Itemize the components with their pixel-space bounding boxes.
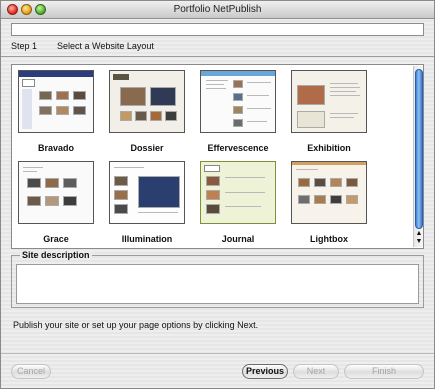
lightbox-thumbnail (291, 161, 367, 224)
site-description-label: Site description (20, 250, 92, 260)
layout-grid: Bravado Dossier Effervescence Exhibition… (11, 64, 424, 249)
grace-thumbnail (18, 161, 94, 224)
dossier-thumbnail (109, 70, 185, 133)
finish-button[interactable]: Finish (344, 364, 424, 379)
site-description-group: Site description (11, 250, 424, 308)
effervescence-thumbnail (200, 70, 276, 133)
scrollbar-thumb[interactable] (415, 69, 423, 229)
scroll-down-arrow-icon[interactable]: ▼ (415, 238, 423, 246)
layout-label: Exhibition (307, 143, 351, 153)
instruction-text: Publish your site or set up your page op… (13, 320, 259, 330)
layout-label: Dossier (130, 143, 164, 153)
divider (1, 56, 434, 57)
layout-label: Journal (221, 234, 255, 244)
window-title: Portfolio NetPublish (173, 4, 262, 15)
layout-label: Illumination (121, 234, 173, 244)
layout-label: Grace (43, 234, 69, 244)
next-button[interactable]: Next (293, 364, 339, 379)
cancel-button[interactable]: Cancel (11, 364, 51, 379)
divider (1, 353, 434, 354)
journal-thumbnail (200, 161, 276, 224)
step-number: Step 1 (11, 41, 38, 51)
previous-button[interactable]: Previous (242, 364, 288, 379)
site-description-field[interactable] (16, 264, 419, 304)
scroll-up-arrow-icon[interactable]: ▲ (415, 230, 423, 238)
layout-scrollbar[interactable]: ▲ ▼ (413, 66, 423, 247)
top-field (11, 23, 424, 36)
title-bar: Portfolio NetPublish (1, 1, 434, 19)
wizard-window: Portfolio NetPublish Step 1 Select a Web… (0, 0, 435, 389)
bravado-thumbnail (18, 70, 94, 133)
layout-label: Effervescence (207, 143, 269, 153)
exhibition-thumbnail (291, 70, 367, 133)
layout-label: Lightbox (310, 234, 348, 244)
step-title: Select a Website Layout (57, 41, 154, 51)
layout-label: Bravado (37, 143, 74, 153)
illumination-thumbnail (109, 161, 185, 224)
